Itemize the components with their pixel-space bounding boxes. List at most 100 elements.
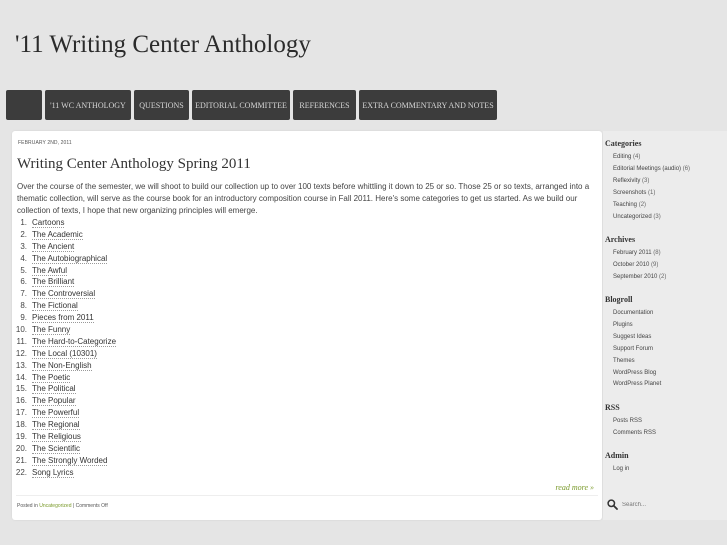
admin-heading: Admin: [605, 451, 629, 460]
post-title[interactable]: Writing Center Anthology Spring 2011: [17, 156, 251, 173]
post-category-link[interactable]: Uncategorized: [39, 503, 71, 509]
list-item-link[interactable]: The Non-English: [32, 361, 92, 371]
sidebar-category-link[interactable]: Screenshots (1): [613, 190, 655, 196]
sidebar-blogroll-link[interactable]: WordPress Planet: [613, 381, 661, 387]
sidebar-archive-link-label: September 2010: [613, 273, 658, 280]
list-item-number: 3.: [20, 241, 27, 251]
sidebar-category-link-label: Editorial Meetings (audio): [613, 165, 682, 172]
sidebar-category-link-count: (4): [631, 154, 641, 160]
sidebar-blogroll-link[interactable]: Themes: [613, 358, 635, 364]
list-item-number: 17.: [15, 408, 27, 418]
list-item-number: 4.: [20, 253, 27, 263]
post-date: February 2nd, 2011: [18, 140, 72, 146]
list-item-number: 6.: [20, 277, 27, 287]
sidebar-archive-link[interactable]: September 2010 (2): [613, 274, 666, 280]
list-item-link[interactable]: Pieces from 2011: [32, 313, 94, 324]
sidebar-category-link[interactable]: Editorial Meetings (audio) (6): [613, 166, 690, 172]
sidebar-blogroll-link[interactable]: Support Forum: [613, 346, 653, 352]
list-item-number: 18.: [15, 420, 27, 430]
sidebar-rss-link[interactable]: Posts RSS: [613, 418, 642, 424]
list-item-number: 19.: [15, 432, 27, 442]
nav-extra-commentary[interactable]: Extra Commentary and Notes: [359, 90, 497, 120]
list-item-link[interactable]: The Controversial: [32, 289, 96, 300]
sidebar-category-link[interactable]: Editing (4): [613, 154, 640, 160]
sidebar-archive-link[interactable]: October 2010 (9): [613, 262, 658, 268]
nav-home[interactable]: [6, 90, 42, 120]
sidebar-category-link-label: Reflexivity: [613, 177, 641, 184]
list-item-number: 1.: [20, 218, 27, 227]
nav-wc-anthology[interactable]: '11 WC Anthology: [45, 90, 131, 120]
sidebar-category-link-label: Editing: [613, 154, 632, 160]
list-item-link[interactable]: Song Lyrics: [32, 468, 74, 478]
sidebar-rss-link[interactable]: Comments RSS: [613, 430, 656, 436]
sidebar: Categories Editing (4) Editorial Meetings…: [603, 131, 727, 520]
post-intro: Over the course of the semester, we will…: [17, 182, 590, 215]
list-item-number: 5.: [20, 265, 27, 275]
list-item-link[interactable]: The Academic: [32, 230, 83, 240]
sidebar-admin-link[interactable]: Log in: [613, 466, 629, 472]
list-item-link[interactable]: The Powerful: [32, 408, 80, 419]
sidebar-category-link[interactable]: Uncategorized (3): [613, 214, 661, 220]
rss-heading: RSS: [605, 403, 620, 412]
sidebar-blogroll-link[interactable]: Documentation: [613, 310, 653, 316]
list-item-number: 2.: [20, 229, 27, 239]
post-container: February 2nd, 2011 Writing Center Anthol…: [12, 131, 602, 520]
list-item-link[interactable]: The Awful: [32, 266, 67, 276]
list-item-link[interactable]: The Religious: [32, 432, 81, 443]
list-item-number: 11.: [16, 336, 27, 346]
list-item-number: 7.: [20, 289, 27, 299]
list-item-link[interactable]: The Political: [32, 384, 76, 395]
sidebar-archive-link-count: (2): [657, 273, 667, 280]
sidebar-archive-link-count: (9): [649, 261, 659, 268]
sidebar-category-link-label: Screenshots: [613, 189, 647, 196]
list-item-link[interactable]: The Regional: [32, 420, 80, 431]
list-item-number: 13.: [15, 360, 27, 370]
nav-editorial-committee[interactable]: Editorial Committee: [192, 90, 290, 120]
sidebar-blogroll-link[interactable]: Suggest Ideas: [613, 334, 651, 340]
list-item-number: 21.: [15, 455, 27, 465]
categories-heading: Categories: [605, 139, 642, 148]
blogroll-heading: Blogroll: [605, 295, 633, 304]
post-divider: [16, 495, 598, 496]
sidebar-archive-link-label: October 2010: [613, 261, 650, 268]
sidebar-category-link[interactable]: Reflexivity (3): [613, 178, 649, 184]
sidebar-blogroll-link[interactable]: Plugins: [613, 322, 633, 328]
search-input[interactable]: [622, 501, 702, 508]
list-item-number: 12.: [15, 348, 27, 358]
sidebar-category-link-count: (1): [646, 189, 656, 196]
list-item-link[interactable]: Cartoons: [32, 218, 65, 228]
list-item-link[interactable]: The Popular: [32, 396, 76, 407]
sidebar-archive-link-label: February 2011: [613, 250, 652, 256]
read-more-link[interactable]: read more »: [555, 483, 594, 492]
list-item-link[interactable]: The Autobiographical: [32, 254, 108, 264]
list-item-link[interactable]: The Funny: [32, 325, 71, 336]
list-item-link[interactable]: The Brilliant: [32, 277, 75, 288]
list-item-link[interactable]: The Local (10301): [32, 349, 97, 359]
list-item-number: 9.: [20, 313, 27, 323]
post-meta-prefix: Posted in: [17, 503, 40, 509]
nav-questions[interactable]: Questions: [134, 90, 189, 120]
list-item-link[interactable]: The Scientific: [32, 444, 81, 454]
sidebar-category-link-count: (3): [640, 177, 650, 184]
main-nav: '11 WC Anthology Questions Editorial Com…: [6, 90, 497, 120]
list-item-number: 8.: [20, 301, 27, 311]
site-title[interactable]: '11 Writing Center Anthology: [15, 31, 311, 59]
archives-heading: Archives: [605, 235, 636, 244]
sidebar-blogroll-link[interactable]: WordPress Blog: [613, 370, 656, 376]
list-item-link[interactable]: The Hard-to-Categorize: [32, 337, 117, 347]
list-item-link[interactable]: The Ancient: [32, 242, 75, 252]
sidebar-category-link[interactable]: Teaching (2): [613, 202, 646, 208]
list-item-number: 15.: [15, 384, 27, 394]
list-item-number: 22.: [15, 467, 27, 477]
list-item-number: 20.: [15, 443, 27, 453]
list-item-number: 10.: [15, 325, 27, 335]
nav-references[interactable]: References: [293, 90, 356, 120]
sidebar-archive-link[interactable]: February 2011 (8): [613, 250, 661, 256]
search-icon[interactable]: [607, 499, 618, 510]
search-box: [607, 499, 702, 510]
list-item-link[interactable]: The Fictional: [32, 301, 78, 312]
list-item-link[interactable]: The Strongly Worded: [32, 456, 108, 466]
list-item-number: 16.: [15, 396, 27, 406]
list-item-link[interactable]: The Poetic: [32, 373, 71, 383]
sidebar-category-link-label: Teaching: [613, 201, 638, 208]
